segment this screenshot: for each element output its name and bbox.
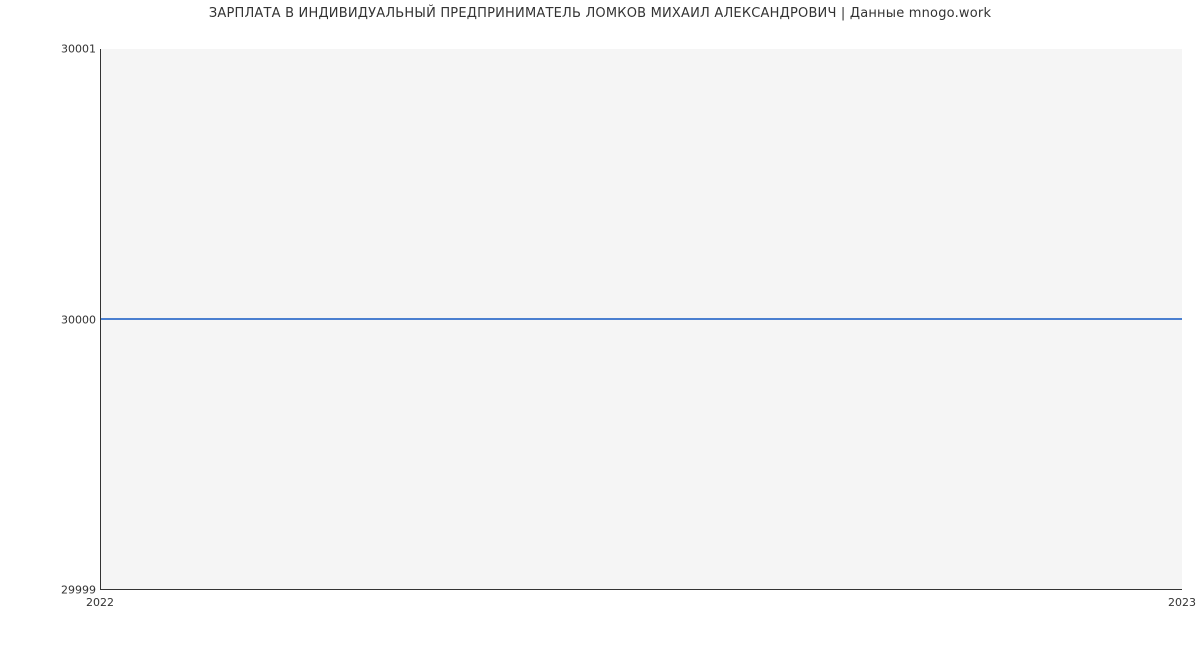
salary-chart: ЗАРПЛАТА В ИНДИВИДУАЛЬНЫЙ ПРЕДПРИНИМАТЕЛ…	[0, 0, 1200, 650]
data-line	[101, 318, 1182, 320]
x-tick-label-right: 2023	[1168, 596, 1196, 609]
x-tick-label-left: 2022	[86, 596, 114, 609]
y-tick-label-bottom: 29999	[6, 584, 96, 597]
chart-title: ЗАРПЛАТА В ИНДИВИДУАЛЬНЫЙ ПРЕДПРИНИМАТЕЛ…	[0, 6, 1200, 21]
plot-area	[100, 49, 1182, 590]
y-tick-label-mid: 30000	[6, 314, 96, 327]
y-tick-label-top: 30001	[6, 43, 96, 56]
